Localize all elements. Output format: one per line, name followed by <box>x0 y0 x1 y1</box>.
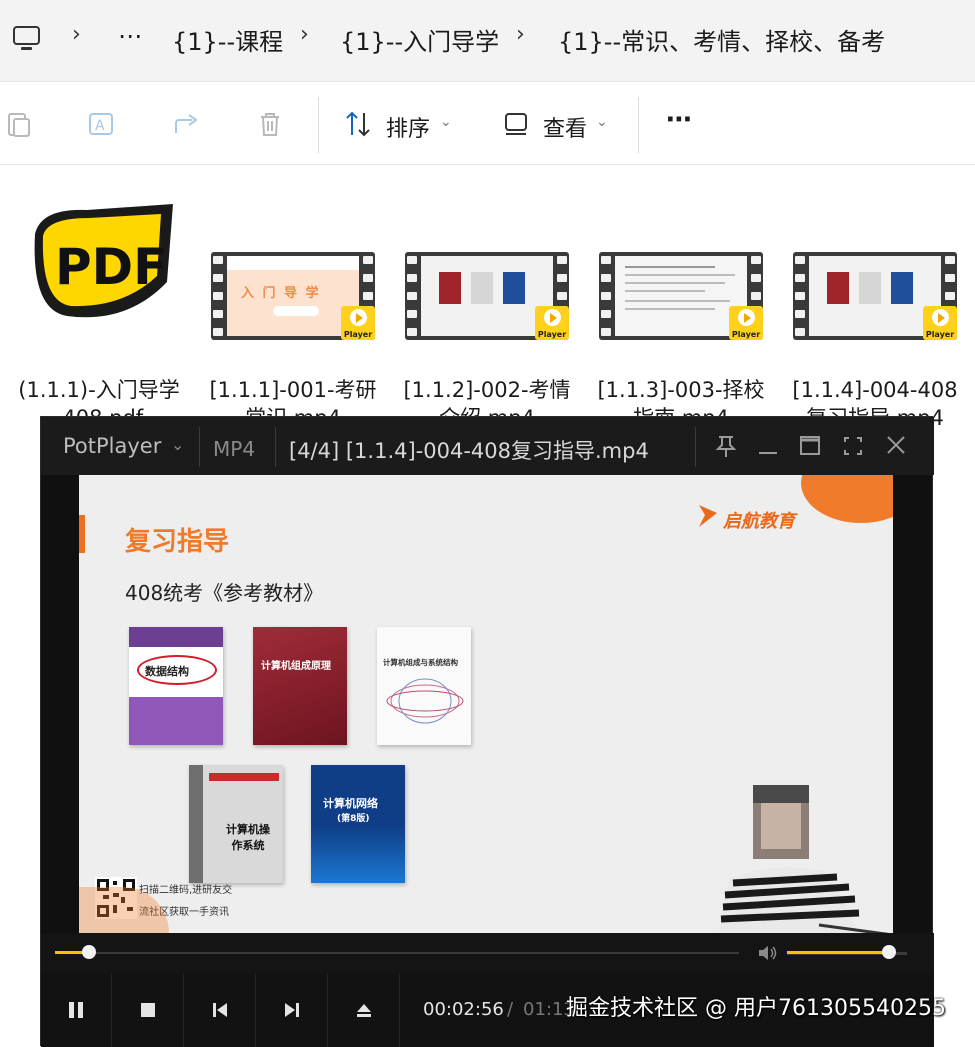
volume-handle[interactable] <box>882 945 896 959</box>
command-bar: A 排序 ⌄ 查看 ⌄ ⋯ <box>0 83 975 165</box>
pause-icon <box>69 1002 83 1018</box>
minimize-icon[interactable] <box>751 431 785 461</box>
slide-heading: 复习指导 <box>125 527 230 557</box>
more-options-button[interactable]: ⋯ <box>666 105 692 135</box>
brand-logo-icon <box>699 505 717 527</box>
chevron-right-icon: › <box>72 22 81 47</box>
player-badge-icon: Player <box>729 306 763 340</box>
fullscreen-icon[interactable] <box>836 431 870 461</box>
rename-icon[interactable]: A <box>87 109 117 139</box>
book-cover: 计算机组成与系统结构 <box>377 627 471 745</box>
format-label: MP4 <box>213 437 256 461</box>
qr-caption: 扫描二维码,进研友交 <box>139 885 233 896</box>
player-badge-icon: Player <box>341 306 375 340</box>
svg-text:A: A <box>95 118 105 134</box>
player-badge-icon: Player <box>535 306 569 340</box>
maximize-icon[interactable] <box>793 431 827 461</box>
file-item[interactable]: Player [1.1.4]-004-408复习指导.mp4 <box>778 196 972 430</box>
skip-next-icon <box>285 1003 299 1017</box>
player-titlebar[interactable]: PotPlayer ⌄ MP4 [4/4] [1.1.4]-004-408复习指… <box>41 417 934 475</box>
pdf-file-icon: PDF <box>17 196 181 356</box>
paste-icon[interactable] <box>4 109 34 139</box>
delete-icon[interactable] <box>255 109 285 139</box>
breadcrumb-more[interactable]: ⋯ <box>118 22 142 50</box>
pause-button[interactable] <box>41 973 112 1047</box>
stop-icon <box>141 1003 155 1017</box>
divider <box>638 97 639 153</box>
book-cover: 计算机操作系统 <box>189 765 283 883</box>
next-button[interactable] <box>257 973 328 1047</box>
potplayer-menu-button[interactable]: PotPlayer <box>63 434 161 458</box>
eject-icon <box>357 1004 371 1017</box>
video-thumbnail: Player <box>793 196 957 356</box>
slide-subheading: 408统考《参考教材》 <box>125 581 324 605</box>
sort-button[interactable]: 排序 <box>386 111 430 143</box>
video-thumbnail: 入 门 导 学 Player <box>211 196 375 356</box>
video-thumbnail: Player <box>405 196 569 356</box>
time-separator: / <box>507 999 514 1020</box>
file-item[interactable]: Player [1.1.3]-003-择校指南.mp4 <box>584 196 778 430</box>
breadcrumb-item-course[interactable]: {1}--课程 <box>172 22 283 57</box>
brand-name: 启航教育 <box>723 511 795 532</box>
skip-previous-icon <box>213 1003 227 1017</box>
chevron-right-icon: › <box>516 22 525 47</box>
volume-icon[interactable] <box>757 943 779 963</box>
presenter-image <box>719 785 890 933</box>
close-icon[interactable] <box>879 431 913 461</box>
view-icon[interactable] <box>502 109 532 139</box>
eject-button[interactable] <box>329 973 400 1047</box>
computer-icon[interactable] <box>12 24 42 54</box>
potplayer-window: PotPlayer ⌄ MP4 [4/4] [1.1.4]-004-408复习指… <box>40 416 934 1047</box>
breadcrumb-item-intro[interactable]: {1}--入门导学 <box>340 22 499 57</box>
breadcrumb-item-current[interactable]: {1}--常识、考情、择校、备考 <box>558 22 885 57</box>
seek-bar[interactable] <box>41 933 934 973</box>
video-frame[interactable]: 复习指导 启航教育 408统考《参考教材》 数据结构 计算机组成原理 计算机组成… <box>79 475 893 933</box>
previous-button[interactable] <box>185 973 256 1047</box>
chevron-down-icon: ⌄ <box>440 114 452 130</box>
pdf-logo-text: PDF <box>55 238 167 296</box>
player-title: [4/4] [1.1.4]-004-408复习指导.mp4 <box>289 439 649 463</box>
stop-button[interactable] <box>113 973 184 1047</box>
file-item[interactable]: PDF (1.1.1)-入门导学-408.pdf <box>2 196 196 430</box>
sort-icon[interactable] <box>344 109 374 139</box>
view-button[interactable]: 查看 <box>543 111 587 143</box>
book-cover: 数据结构 <box>129 627 223 745</box>
divider <box>318 97 319 153</box>
player-badge-icon: Player <box>923 306 957 340</box>
chevron-down-icon: ⌄ <box>596 114 608 130</box>
watermark: 掘金技术社区 @ 用户761305540255 <box>566 996 946 1021</box>
book-cover: 计算机组成原理 <box>253 627 347 745</box>
seek-handle[interactable] <box>82 945 96 959</box>
file-item[interactable]: Player [1.1.2]-002-考情介绍.mp4 <box>390 196 584 430</box>
book-cover: 计算机网络 (第8版) <box>311 765 405 883</box>
file-item[interactable]: 入 门 导 学 Player [1.1.1]-001-考研常识.mp4 <box>196 196 390 430</box>
video-thumbnail: Player <box>599 196 763 356</box>
pin-icon[interactable] <box>709 431 743 461</box>
file-list: PDF (1.1.1)-入门导学-408.pdf 入 门 导 学 Player … <box>0 166 975 430</box>
chevron-right-icon: › <box>300 22 309 47</box>
chevron-down-icon: ⌄ <box>171 435 185 454</box>
current-time: 00:02:56 <box>423 999 504 1020</box>
share-icon[interactable] <box>172 109 202 139</box>
breadcrumb: › ⋯ {1}--课程 › {1}--入门导学 › {1}--常识、考情、择校、… <box>0 0 975 82</box>
